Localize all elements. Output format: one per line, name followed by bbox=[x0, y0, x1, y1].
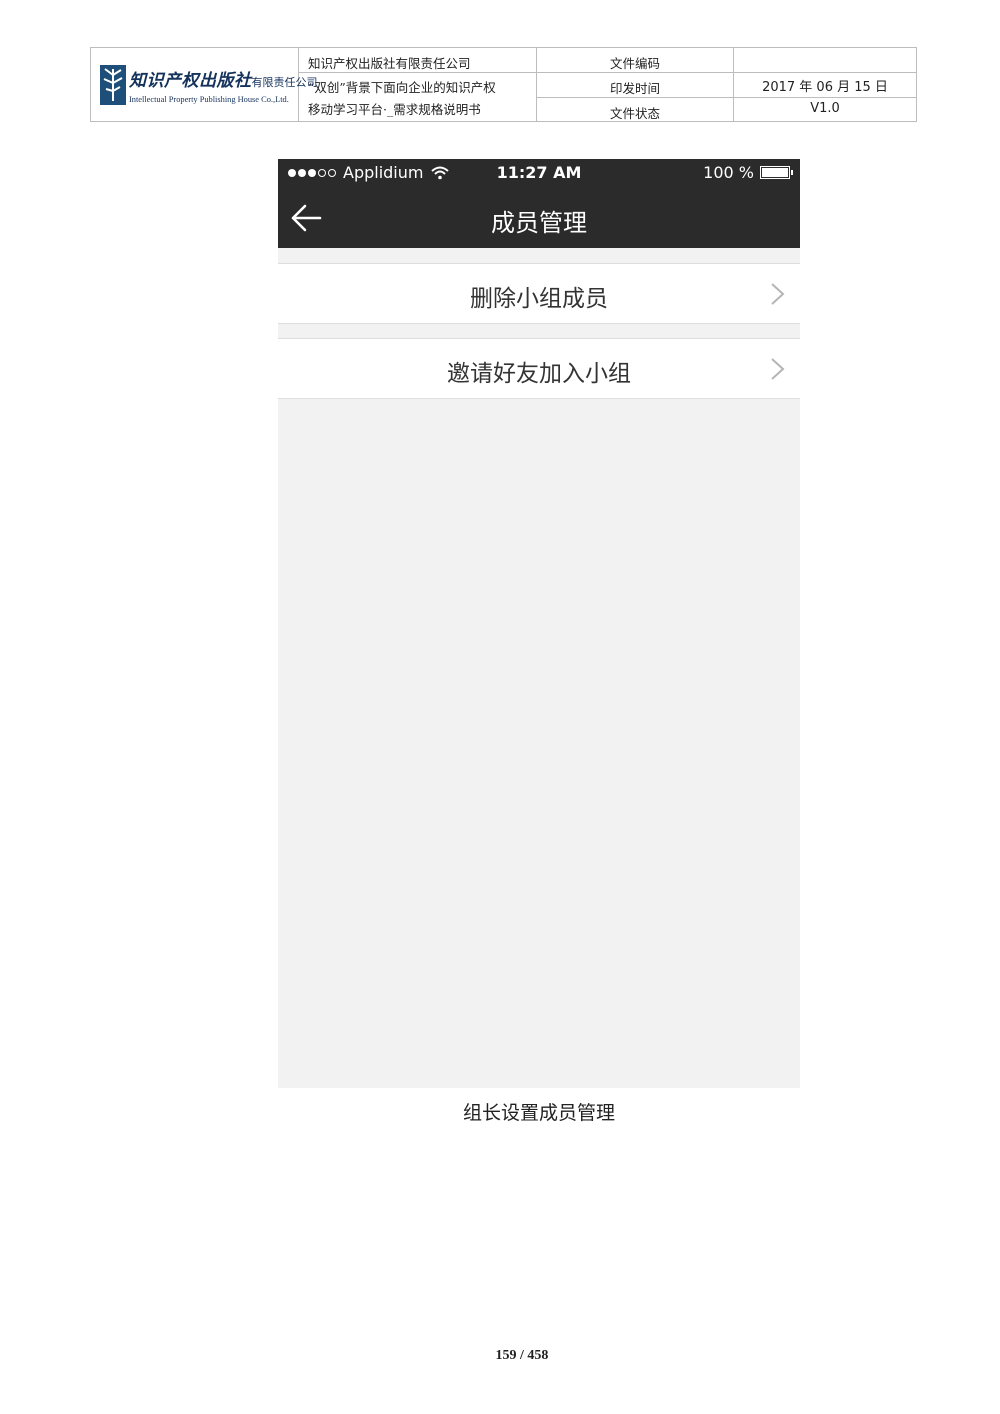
logo-mark-icon bbox=[100, 65, 126, 105]
meta-label: 文件状态 bbox=[537, 98, 734, 122]
invite-friend-button[interactable]: 邀请好友加入小组 bbox=[278, 338, 800, 399]
nav-bar: 成员管理 bbox=[278, 187, 800, 248]
publisher-logo: 知识产权出版社有限责任公司 Intellectual Property Publ… bbox=[91, 48, 318, 121]
meta-label: 文件编码 bbox=[537, 48, 734, 72]
chevron-right-icon bbox=[771, 283, 785, 305]
meta-value: 2017 年 06 月 15 日 bbox=[762, 80, 888, 95]
document-title: “双创”背景下面向企业的知识产权 移动学习平台·_需求规格说明书 bbox=[308, 80, 496, 117]
meta-row-code: 文件编码 bbox=[537, 48, 916, 73]
meta-label: 印发时间 bbox=[537, 73, 734, 97]
document-header: 知识产权出版社有限责任公司 Intellectual Property Publ… bbox=[90, 47, 917, 122]
publisher-name: 知识产权出版社有限责任公司 bbox=[299, 48, 536, 73]
page-title: 成员管理 bbox=[491, 209, 587, 237]
meta-grid: 文件编码 印发时间 2017 年 06 月 15 日 文件状态 V1.0 bbox=[537, 48, 916, 122]
meta-value: V1.0 bbox=[810, 101, 840, 116]
status-bar: Applidium 11:27 AM 100 % bbox=[278, 159, 800, 187]
meta-value bbox=[734, 48, 916, 72]
battery-icon bbox=[760, 166, 793, 179]
figure-caption: 组长设置成员管理 bbox=[462, 1102, 615, 1124]
menu-item-label: 邀请好友加入小组 bbox=[447, 361, 631, 387]
chevron-right-icon bbox=[771, 358, 785, 380]
logo-name-en: Intellectual Property Publishing House C… bbox=[129, 95, 289, 104]
menu-item-label: 删除小组成员 bbox=[470, 286, 608, 312]
meta-row-status: 文件状态 V1.0 bbox=[537, 98, 916, 122]
page-number: 159 / 458 bbox=[495, 1348, 549, 1363]
title-cell: 知识产权出版社有限责任公司 “双创”背景下面向企业的知识产权 移动学习平台·_需… bbox=[299, 48, 537, 121]
meta-row-date: 印发时间 2017 年 06 月 15 日 bbox=[537, 73, 916, 98]
battery-percent: 100 % bbox=[703, 163, 754, 182]
logo-name-cn: 知识产权出版社有限责任公司 bbox=[129, 71, 318, 91]
phone-screenshot: Applidium 11:27 AM 100 % 成员管理 删除小组成员 邀请好… bbox=[278, 159, 800, 1088]
delete-member-button[interactable]: 删除小组成员 bbox=[278, 263, 800, 324]
